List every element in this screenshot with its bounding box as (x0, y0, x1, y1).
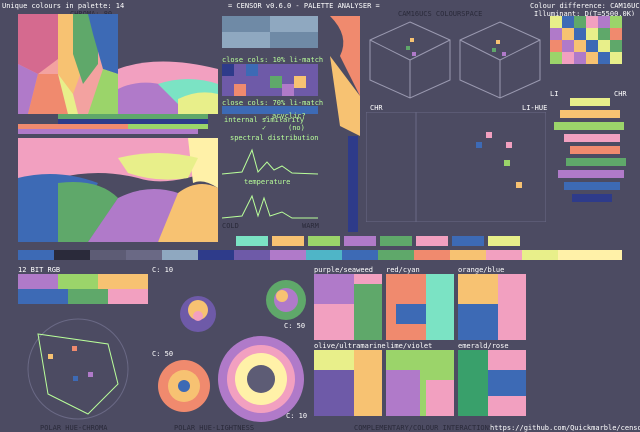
li-hue-plot (366, 112, 546, 222)
colourspace-hexagons (369, 21, 541, 99)
palette-strip-main (18, 250, 622, 260)
li-chr-bars (554, 98, 626, 202)
complementary-tile-6 (458, 350, 526, 416)
temperature-graph (222, 194, 318, 219)
pair-lime-violet: lime/violet (386, 342, 433, 350)
hue-chroma-field (18, 14, 118, 114)
rgb-label: 12 BIT RGB (18, 266, 61, 274)
spectral-graph (222, 148, 318, 175)
temperature-title: temperature (244, 178, 291, 186)
complementary-tile-1 (314, 274, 382, 340)
complementary-caption: COMPLEMENTARY/COLOUR INTERACTIONS (354, 424, 494, 432)
spectral-title: spectral distribution (230, 134, 319, 142)
li-hue-label: LI-HUE (522, 104, 548, 112)
c50b-label: C: 50 (152, 350, 174, 358)
circle-c10-large (218, 336, 304, 422)
hue-stripe (330, 16, 360, 232)
colour-difference-label: Colour difference: CAM16UCS (530, 2, 640, 10)
palette-grid-small (222, 16, 318, 48)
temp-cold-label: COLD (222, 222, 239, 230)
c50-label: C: 50 (284, 322, 306, 330)
palette-grid-large (550, 16, 634, 88)
cam16-title: CAM16UCS COLOURSPACE (398, 10, 483, 18)
pair-red-cyan: red/cyan (386, 266, 420, 274)
app-title: = CENSOR v0.6.0 - PALETTE ANALYSER = (228, 2, 380, 10)
check-1: ✓ (264, 114, 269, 122)
temp-warm-label: WARM (302, 222, 319, 230)
complementary-tile-2 (386, 274, 454, 340)
complementary-tile-5 (386, 350, 454, 416)
c10b-label: C: 10 (286, 412, 308, 420)
complementary-tile-4 (314, 350, 382, 416)
close-cols-10-grid (222, 64, 318, 96)
pair-olive-ultramarine: olive/ultramarine (314, 342, 386, 350)
pair-purple-seaweed: purple/seaweed (314, 266, 374, 274)
polar-hue-chroma-plot (27, 318, 129, 420)
polar-hue-chroma-caption: POLAR HUE-CHROMA (40, 424, 108, 432)
unique-colours-count: Unique colours in palette: 14 (2, 2, 125, 10)
circle-c10-small (180, 296, 216, 332)
lightness-chroma-field (118, 14, 218, 114)
acyclic-value: (no) (288, 124, 305, 132)
chr-label-2: CHR (614, 90, 627, 98)
lightness-strips (18, 114, 208, 134)
complementary-tile-3 (458, 274, 526, 340)
circle-c50-large (158, 360, 210, 412)
polar-hue-lightness-caption: POLAR HUE-LIGHTNESS (174, 424, 255, 432)
acyclic-label: acyclic? (272, 112, 306, 120)
github-link[interactable]: https://github.com/Quickmarble/censor (490, 424, 640, 432)
rgb-cube-strip (18, 274, 148, 304)
close-cols-10-label: close cols: 10% li-match (222, 56, 324, 64)
pair-emerald-rose: emerald/rose (458, 342, 509, 350)
circle-c50-small (266, 280, 306, 320)
palette-strip-top (236, 236, 520, 246)
check-2: ✓ (262, 124, 267, 132)
pair-orange-blue: orange/blue (458, 266, 505, 274)
c10-label: C: 10 (152, 266, 174, 274)
li-label: LI (550, 90, 559, 98)
chr-label: CHR (370, 104, 383, 112)
hue-lightness-field (18, 138, 218, 242)
